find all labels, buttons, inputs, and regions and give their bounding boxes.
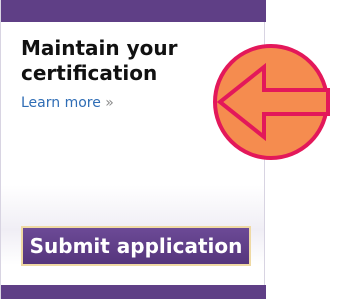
submit-application-button[interactable]: Submit application [21,226,251,266]
card-top-bar [1,0,266,22]
left-arrow-icon [213,44,330,160]
learn-more-label: Learn more [21,95,101,111]
card-bottom-bar [1,285,266,299]
chevron-right-icon: » [105,95,114,111]
learn-more-link[interactable]: Learn more » [21,94,114,112]
page: Maintain your certification Learn more »… [0,0,337,299]
promo-heading-line2: certification [21,61,158,85]
promo-heading-line1: Maintain your [21,36,178,60]
